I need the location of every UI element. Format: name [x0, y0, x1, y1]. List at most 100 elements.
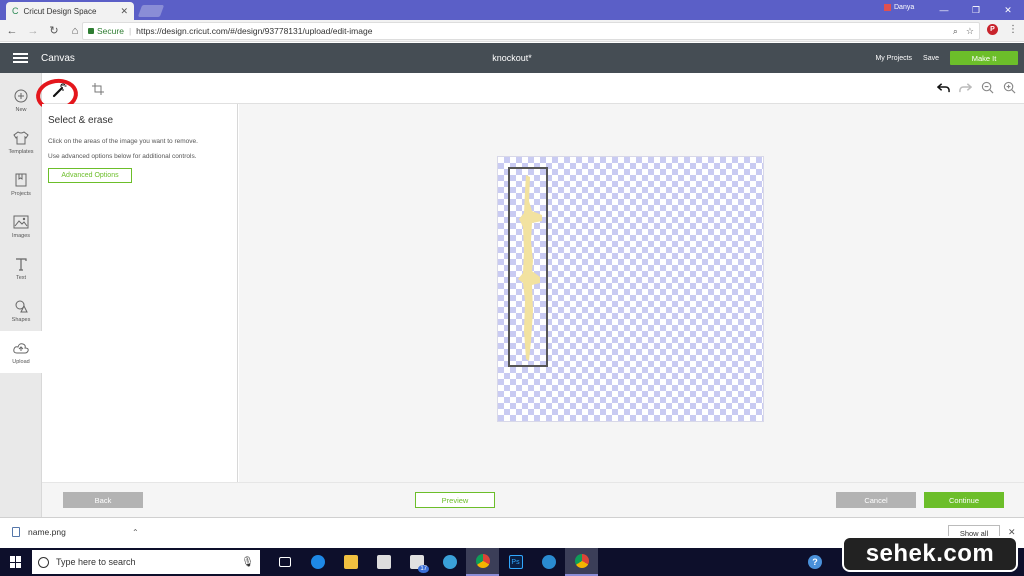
reload-icon[interactable]: ↻: [45, 24, 63, 37]
continue-button[interactable]: Continue: [924, 492, 1004, 508]
text-icon: [13, 256, 29, 272]
panel-title: Select & erase: [48, 115, 114, 126]
profile-name: Danya: [894, 4, 915, 11]
zoom-out-icon[interactable]: [981, 81, 994, 94]
cancel-button[interactable]: Cancel: [836, 492, 916, 508]
secure-label: Secure: [97, 26, 124, 36]
uploaded-artwork[interactable]: [514, 171, 544, 363]
undo-icon[interactable]: [937, 81, 950, 94]
chrome-window-icon[interactable]: [565, 548, 598, 576]
restore-icon[interactable]: ❐: [960, 0, 992, 20]
cricut-favicon-icon: C: [12, 6, 19, 16]
url-separator: |: [128, 26, 132, 36]
file-icon: [12, 527, 20, 537]
system-tray: ?: [808, 555, 822, 569]
image-icon: [13, 214, 29, 230]
projects-icon: [13, 172, 29, 188]
store-icon[interactable]: [367, 548, 400, 576]
design-tool-rail: New Templates Projects Images Text Shape…: [0, 73, 42, 517]
rail-label: Shapes: [11, 316, 31, 323]
crop-icon[interactable]: [92, 83, 104, 95]
zoom-icon[interactable]: ⌕: [953, 26, 958, 37]
search-icon: [38, 556, 49, 568]
taskbar-search-box[interactable]: Type here to search 🎙: [32, 550, 260, 574]
address-bar: ← → ↻ ⌂ Secure | https://design.cricut.c…: [0, 20, 1024, 42]
save-link[interactable]: Save: [923, 55, 939, 62]
extension-icons: P ⋮: [987, 24, 1018, 35]
rail-label: Projects: [11, 190, 31, 197]
my-projects-link[interactable]: My Projects: [875, 55, 912, 62]
project-title: knockout*: [492, 53, 532, 63]
bookmark-star-icon[interactable]: ☆: [966, 26, 974, 37]
redo-icon[interactable]: [959, 81, 972, 94]
edge-icon[interactable]: [301, 548, 334, 576]
photoshop-icon[interactable]: Ps: [499, 548, 532, 576]
window-controls: — ❐ ✕: [928, 0, 1024, 20]
image-workspace: [239, 104, 1024, 482]
download-item[interactable]: name.png: [12, 527, 66, 537]
advanced-options-button[interactable]: Advanced Options: [48, 168, 132, 183]
url-text: https://design.cricut.com/#/design/93778…: [136, 26, 373, 36]
browser-tab[interactable]: C Cricut Design Space ✕: [6, 2, 134, 20]
preview-button[interactable]: Preview: [415, 492, 495, 508]
chevron-up-icon[interactable]: ⌃: [132, 528, 139, 537]
url-field[interactable]: Secure | https://design.cricut.com/#/des…: [82, 22, 980, 40]
close-window-icon[interactable]: ✕: [992, 0, 1024, 20]
rail-label: Templates: [8, 148, 34, 155]
new-tab-button[interactable]: [137, 5, 165, 17]
help-icon[interactable]: ?: [808, 555, 822, 569]
taskbar-apps: 17 Ps: [268, 548, 598, 576]
profile-icon: [884, 4, 891, 11]
profile-button[interactable]: Danya: [884, 4, 914, 11]
watermark: sehek.com: [842, 536, 1018, 572]
task-view-icon[interactable]: [268, 548, 301, 576]
browser-menu-icon[interactable]: ⋮: [1008, 24, 1018, 35]
omnibox-icons: ⌕ ☆: [953, 26, 974, 37]
mail-badge: 17: [418, 565, 429, 573]
header-actions: My Projects Save Make It: [875, 51, 1018, 65]
microphone-icon[interactable]: 🎙: [241, 557, 254, 568]
rail-label: New: [15, 106, 27, 113]
network-app-icon[interactable]: [532, 548, 565, 576]
rail-item-text[interactable]: Text: [0, 247, 42, 289]
chrome-icon[interactable]: [466, 548, 499, 576]
mail-icon[interactable]: 17: [400, 548, 433, 576]
cloud-upload-icon: [13, 340, 29, 356]
magic-wand-icon[interactable]: [51, 82, 67, 98]
transparent-canvas[interactable]: [497, 156, 764, 422]
windows-start-icon[interactable]: [10, 556, 22, 568]
rail-item-templates[interactable]: Templates: [0, 121, 42, 163]
plus-circle-icon: [13, 88, 29, 104]
browser-tab-bar: C Cricut Design Space ✕ Danya — ❐ ✕: [0, 0, 1024, 20]
minimize-icon[interactable]: —: [928, 0, 960, 20]
zoom-in-icon[interactable]: [1003, 81, 1016, 94]
select-erase-panel: Select & erase Click on the areas of the…: [42, 104, 238, 482]
secure-indicator: Secure: [88, 26, 124, 36]
pinterest-icon[interactable]: P: [987, 24, 998, 35]
hamburger-menu-icon[interactable]: [13, 53, 28, 63]
rail-item-images[interactable]: Images: [0, 205, 42, 247]
rail-label: Text: [15, 274, 27, 281]
shapes-icon: [13, 298, 29, 314]
forward-arrow-icon[interactable]: →: [24, 25, 42, 37]
cricut-app-icon[interactable]: [433, 548, 466, 576]
history-zoom-controls: [937, 81, 1016, 94]
search-placeholder: Type here to search: [56, 557, 136, 567]
make-it-button[interactable]: Make It: [950, 51, 1018, 65]
edit-image-toolbar: [33, 73, 1024, 114]
back-arrow-icon[interactable]: ←: [3, 25, 21, 37]
lock-icon: [88, 28, 94, 34]
section-title: Canvas: [41, 52, 75, 64]
action-bar: Back Preview Cancel Continue: [42, 482, 1024, 517]
file-explorer-icon[interactable]: [334, 548, 367, 576]
tshirt-icon: [13, 130, 29, 146]
back-button[interactable]: Back: [63, 492, 143, 508]
rail-item-projects[interactable]: Projects: [0, 163, 42, 205]
download-file-name: name.png: [28, 527, 66, 537]
panel-instruction-1: Click on the areas of the image you want…: [48, 138, 198, 145]
rail-label: Upload: [12, 358, 30, 365]
rail-item-shapes[interactable]: Shapes: [0, 289, 42, 331]
tab-close-icon[interactable]: ✕: [120, 6, 128, 17]
app-header: Canvas knockout* My Projects Save Make I…: [0, 43, 1024, 73]
rail-item-upload[interactable]: Upload: [0, 331, 42, 373]
